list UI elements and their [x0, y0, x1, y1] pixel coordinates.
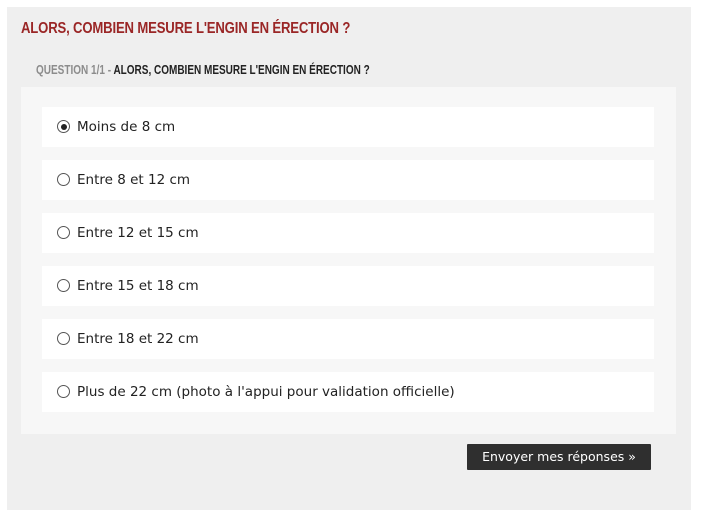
option-entre-12-et-15-cm[interactable]: Entre 12 et 15 cm — [42, 213, 654, 253]
question-number: QUESTION 1/1 — [36, 63, 105, 77]
option-label: Plus de 22 cm (photo à l'appui pour vali… — [77, 384, 455, 400]
option-entre-15-et-18-cm[interactable]: Entre 15 et 18 cm — [42, 266, 654, 306]
option-label: Entre 12 et 15 cm — [77, 225, 199, 241]
option-label: Entre 15 et 18 cm — [77, 278, 199, 294]
option-moins-de-8-cm[interactable]: Moins de 8 cm — [42, 107, 654, 147]
radio-button[interactable] — [57, 226, 70, 239]
poll-panel: ALORS, COMBIEN MESURE L'ENGIN EN ÉRECTIO… — [7, 7, 691, 510]
question-text: ALORS, COMBIEN MESURE L'ENGIN EN ÉRECTIO… — [113, 63, 370, 77]
option-entre-18-et-22-cm[interactable]: Entre 18 et 22 cm — [42, 319, 654, 359]
radio-button[interactable] — [57, 173, 70, 186]
option-label: Entre 18 et 22 cm — [77, 331, 199, 347]
poll-title: ALORS, COMBIEN MESURE L'ENGIN EN ÉRECTIO… — [21, 20, 351, 37]
submit-button[interactable]: Envoyer mes réponses » — [467, 444, 651, 470]
question-separator: - — [104, 63, 114, 77]
question-header: QUESTION 1/1 - ALORS, COMBIEN MESURE L'E… — [36, 63, 370, 77]
option-label: Entre 8 et 12 cm — [77, 172, 191, 188]
radio-button[interactable] — [57, 279, 70, 292]
radio-button[interactable] — [57, 385, 70, 398]
radio-button[interactable] — [57, 332, 70, 345]
option-label: Moins de 8 cm — [77, 119, 176, 135]
option-entre-8-et-12-cm[interactable]: Entre 8 et 12 cm — [42, 160, 654, 200]
radio-button[interactable] — [57, 120, 70, 133]
options-list: Moins de 8 cm Entre 8 et 12 cm Entre 12 … — [21, 87, 676, 434]
option-plus-de-22-cm[interactable]: Plus de 22 cm (photo à l'appui pour vali… — [42, 372, 654, 412]
